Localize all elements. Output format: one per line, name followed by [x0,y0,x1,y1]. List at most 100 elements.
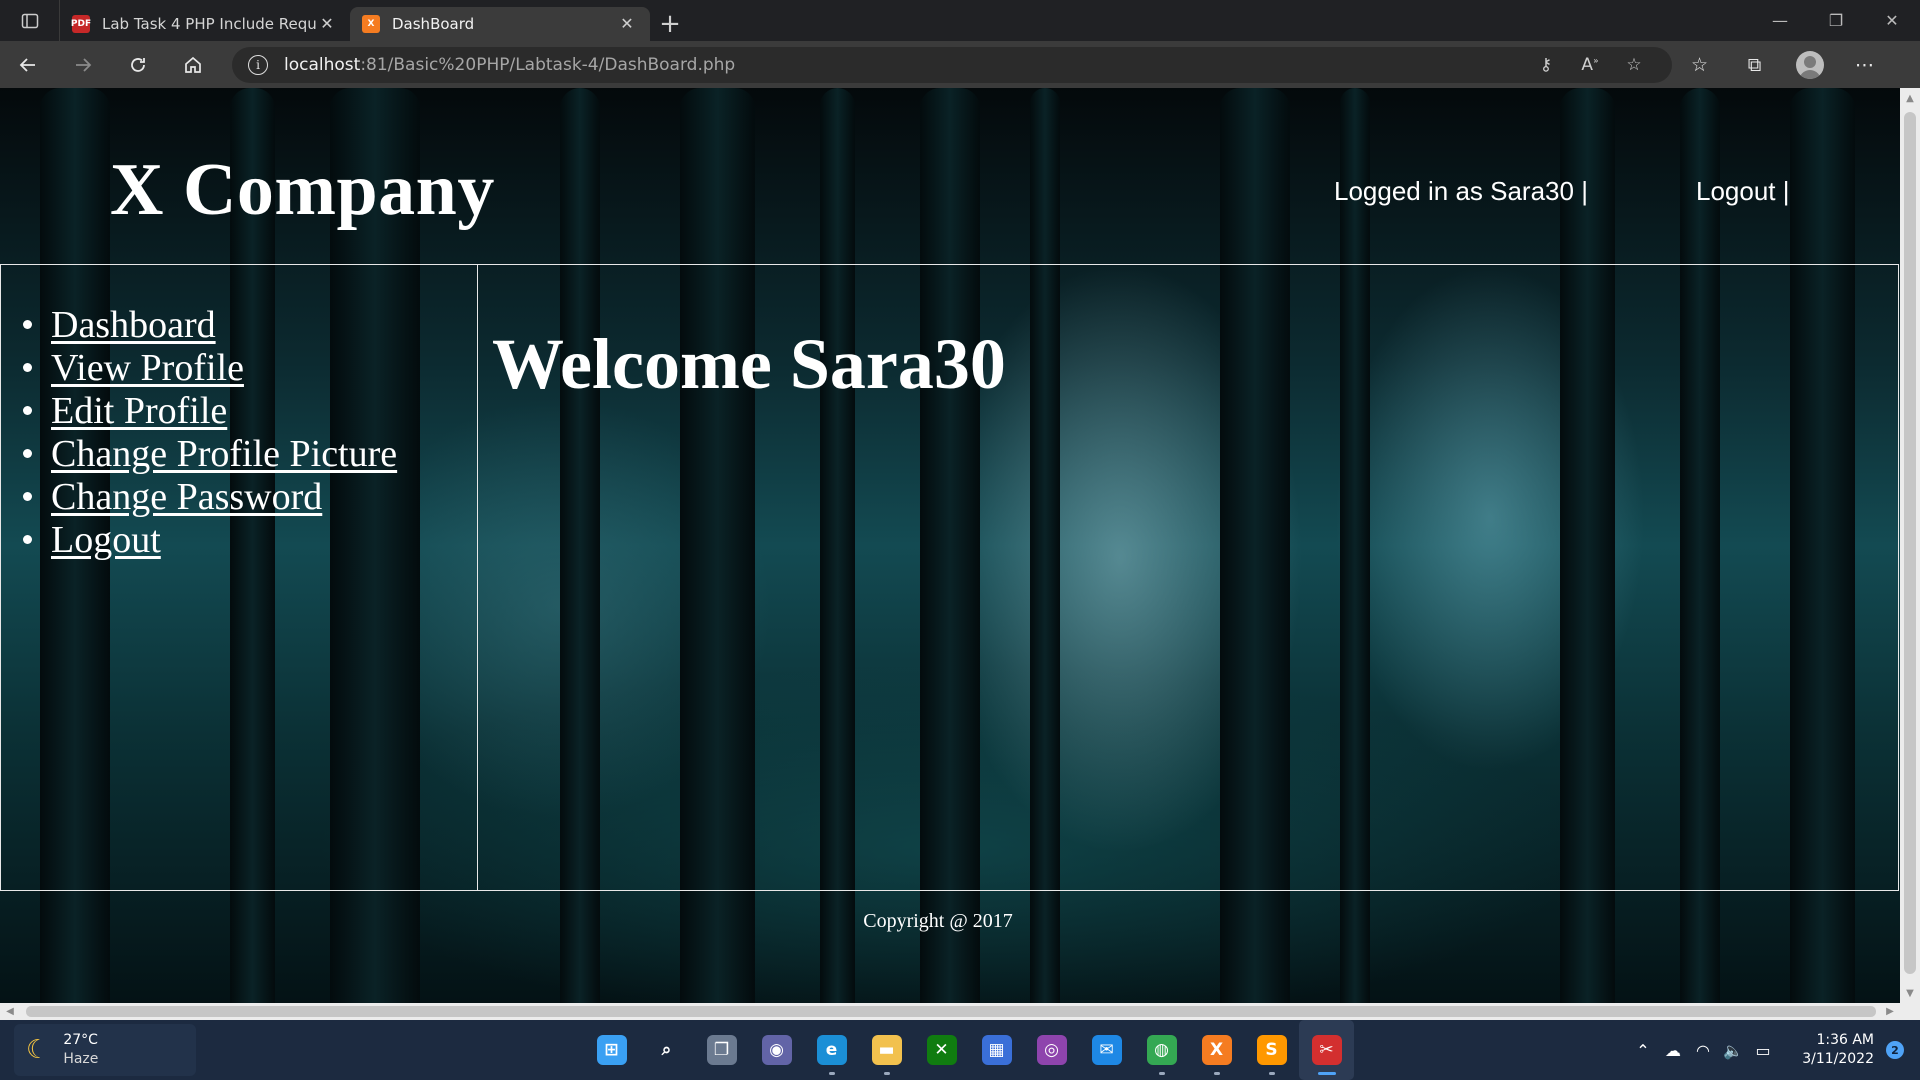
running-indicator [1317,1072,1336,1075]
url-host: localhost [284,54,361,75]
page-header: X Company Logged in as Sara30 | Logout | [0,88,1900,264]
scroll-left-icon[interactable]: ◀ [0,1003,20,1020]
tab-actions-button[interactable] [0,0,60,41]
xampp-icon: X [362,14,380,33]
address-bar[interactable]: i localhost :81/Basic%20PHP/Labtask-4/Da… [232,46,1672,83]
chrome-icon: ◍ [1146,1035,1177,1065]
taskbar-file-explorer-button[interactable]: ▬ [859,1020,914,1080]
add-favorite-icon[interactable]: ☆ [1612,55,1656,75]
refresh-icon [130,57,145,72]
taskbar-snipping-tool-button[interactable]: ✂ [1299,1020,1354,1080]
scroll-down-icon[interactable]: ▼ [1900,983,1920,1003]
podcasts-icon: ◎ [1036,1035,1067,1065]
running-indicator [1158,1072,1165,1075]
weather-condition: Haze [63,1051,99,1067]
clock[interactable]: 1:36 AM 3/11/2022 [1788,1031,1874,1069]
notification-badge[interactable]: 2 [1886,1041,1904,1059]
bullet [23,320,32,329]
change-profile-picture-link[interactable]: Change Profile Picture [51,432,397,476]
home-icon [184,56,201,73]
arrow-right-icon [75,57,91,72]
menu-item-change-password: Change Password [23,475,477,518]
refresh-button[interactable] [110,41,165,88]
taskbar-microsoft-store-button[interactable]: ▦ [969,1020,1024,1080]
site-title: X Company [110,149,495,231]
onedrive-icon[interactable]: ☁ [1658,1041,1688,1060]
taskbar-podcasts-button[interactable]: ◎ [1024,1020,1079,1080]
taskbar-sublime-text-button[interactable]: S [1244,1020,1299,1080]
read-aloud-icon[interactable]: A» [1568,55,1612,75]
menu-item-edit-profile: Edit Profile [23,389,477,432]
tab-strip: PDF Lab Task 4 PHP Include Require v ✕ X… [0,0,1920,41]
weather-temperature: 27°C [63,1032,98,1048]
minimize-button[interactable]: — [1752,0,1808,41]
taskbar-mail-button[interactable]: ✉ [1079,1020,1134,1080]
bullet [23,535,32,544]
vertical-scroll-thumb[interactable] [1904,112,1916,974]
xbox-icon: ✕ [926,1035,957,1065]
settings-more-button[interactable]: ⋯ [1837,41,1892,88]
menu-item-logout: Logout [23,518,477,561]
taskbar-start-button[interactable]: ⊞ [584,1020,639,1080]
view-profile-link[interactable]: View Profile [51,346,244,390]
content-table: Dashboard View Profile Edit Profile Chan… [0,264,1899,891]
scroll-up-icon[interactable]: ▲ [1900,88,1920,108]
arrow-left-icon [19,57,35,72]
tab-title: Lab Task 4 PHP Include Require v [102,14,316,33]
taskbar-chrome-button[interactable]: ◍ [1134,1020,1189,1080]
home-button[interactable] [165,41,220,88]
dashboard-link[interactable]: Dashboard [51,303,216,347]
volume-icon[interactable]: 🔈 [1718,1041,1748,1060]
close-window-button[interactable]: ✕ [1864,0,1920,41]
horizontal-scrollbar[interactable]: ◀ ▶ [0,1003,1920,1020]
battery-icon[interactable]: ▭ [1748,1041,1778,1060]
mail-icon: ✉ [1091,1035,1122,1065]
key-icon[interactable]: ⚷ [1524,55,1568,75]
taskbar-search-button[interactable]: ⌕ [639,1020,694,1080]
taskbar-xampp-button[interactable]: X [1189,1020,1244,1080]
file-explorer-icon: ▬ [871,1035,902,1065]
taskbar-task-view-button[interactable]: ❐ [694,1020,749,1080]
back-button[interactable] [0,41,55,88]
horizontal-scroll-thumb[interactable] [26,1006,1876,1017]
start-icon: ⊞ [596,1035,627,1065]
menu-item-change-picture: Change Profile Picture [23,432,477,475]
running-indicator [1268,1072,1275,1075]
task-view-icon: ❐ [706,1035,737,1065]
favorites-button[interactable]: ☆ [1672,41,1727,88]
weather-widget[interactable]: ☾ 27°C Haze [14,1024,196,1076]
welcome-heading: Welcome Sara30 [492,324,1006,404]
taskbar-edge-button[interactable]: e [804,1020,859,1080]
logged-in-status: Logged in as Sara30 | [1334,176,1588,206]
change-password-link[interactable]: Change Password [51,475,322,519]
moon-icon: ☾ [26,1035,50,1065]
snipping-tool-icon: ✂ [1311,1035,1342,1065]
scroll-right-icon[interactable]: ▶ [1880,1003,1900,1020]
edit-profile-link[interactable]: Edit Profile [51,389,227,433]
vertical-scrollbar[interactable]: ▲ ▼ [1900,88,1920,1003]
collections-button[interactable]: ⧉ [1727,41,1782,88]
running-indicator [883,1072,890,1075]
close-tab-icon[interactable]: ✕ [316,14,338,33]
header-logout-link[interactable]: Logout | [1696,176,1790,207]
tab-dashboard[interactable]: X DashBoard ✕ [350,6,650,41]
clock-time: 1:36 AM [1816,1032,1874,1048]
profile-button[interactable] [1782,41,1837,88]
bullet [23,406,32,415]
teams-chat-icon: ◉ [761,1035,792,1065]
taskbar-xbox-button[interactable]: ✕ [914,1020,969,1080]
wifi-icon[interactable]: ◠ [1688,1041,1718,1060]
sidebar-logout-link[interactable]: Logout [51,518,161,562]
forward-button[interactable] [55,41,110,88]
new-tab-button[interactable]: + [650,7,690,41]
taskbar-teams-chat-button[interactable]: ◉ [749,1020,804,1080]
restore-button[interactable]: ❐ [1808,0,1864,41]
tab-lab-task-pdf[interactable]: PDF Lab Task 4 PHP Include Require v ✕ [60,7,350,41]
collections-icon: ⧉ [1747,53,1762,76]
info-icon[interactable]: i [248,54,268,75]
taskbar: ☾ 27°C Haze ⊞ ⌕ ❐ ◉ e ▬ ✕ ▦ ◎ ✉ ◍ X S ✂ ⌃ ☁ ◠ 🔈 ▭ 1:3… [0,1020,1920,1080]
plus-icon: + [659,8,681,39]
close-tab-icon[interactable]: ✕ [616,14,638,33]
menu-item-view-profile: View Profile [23,346,477,389]
chevron-up-icon[interactable]: ⌃ [1628,1041,1658,1060]
